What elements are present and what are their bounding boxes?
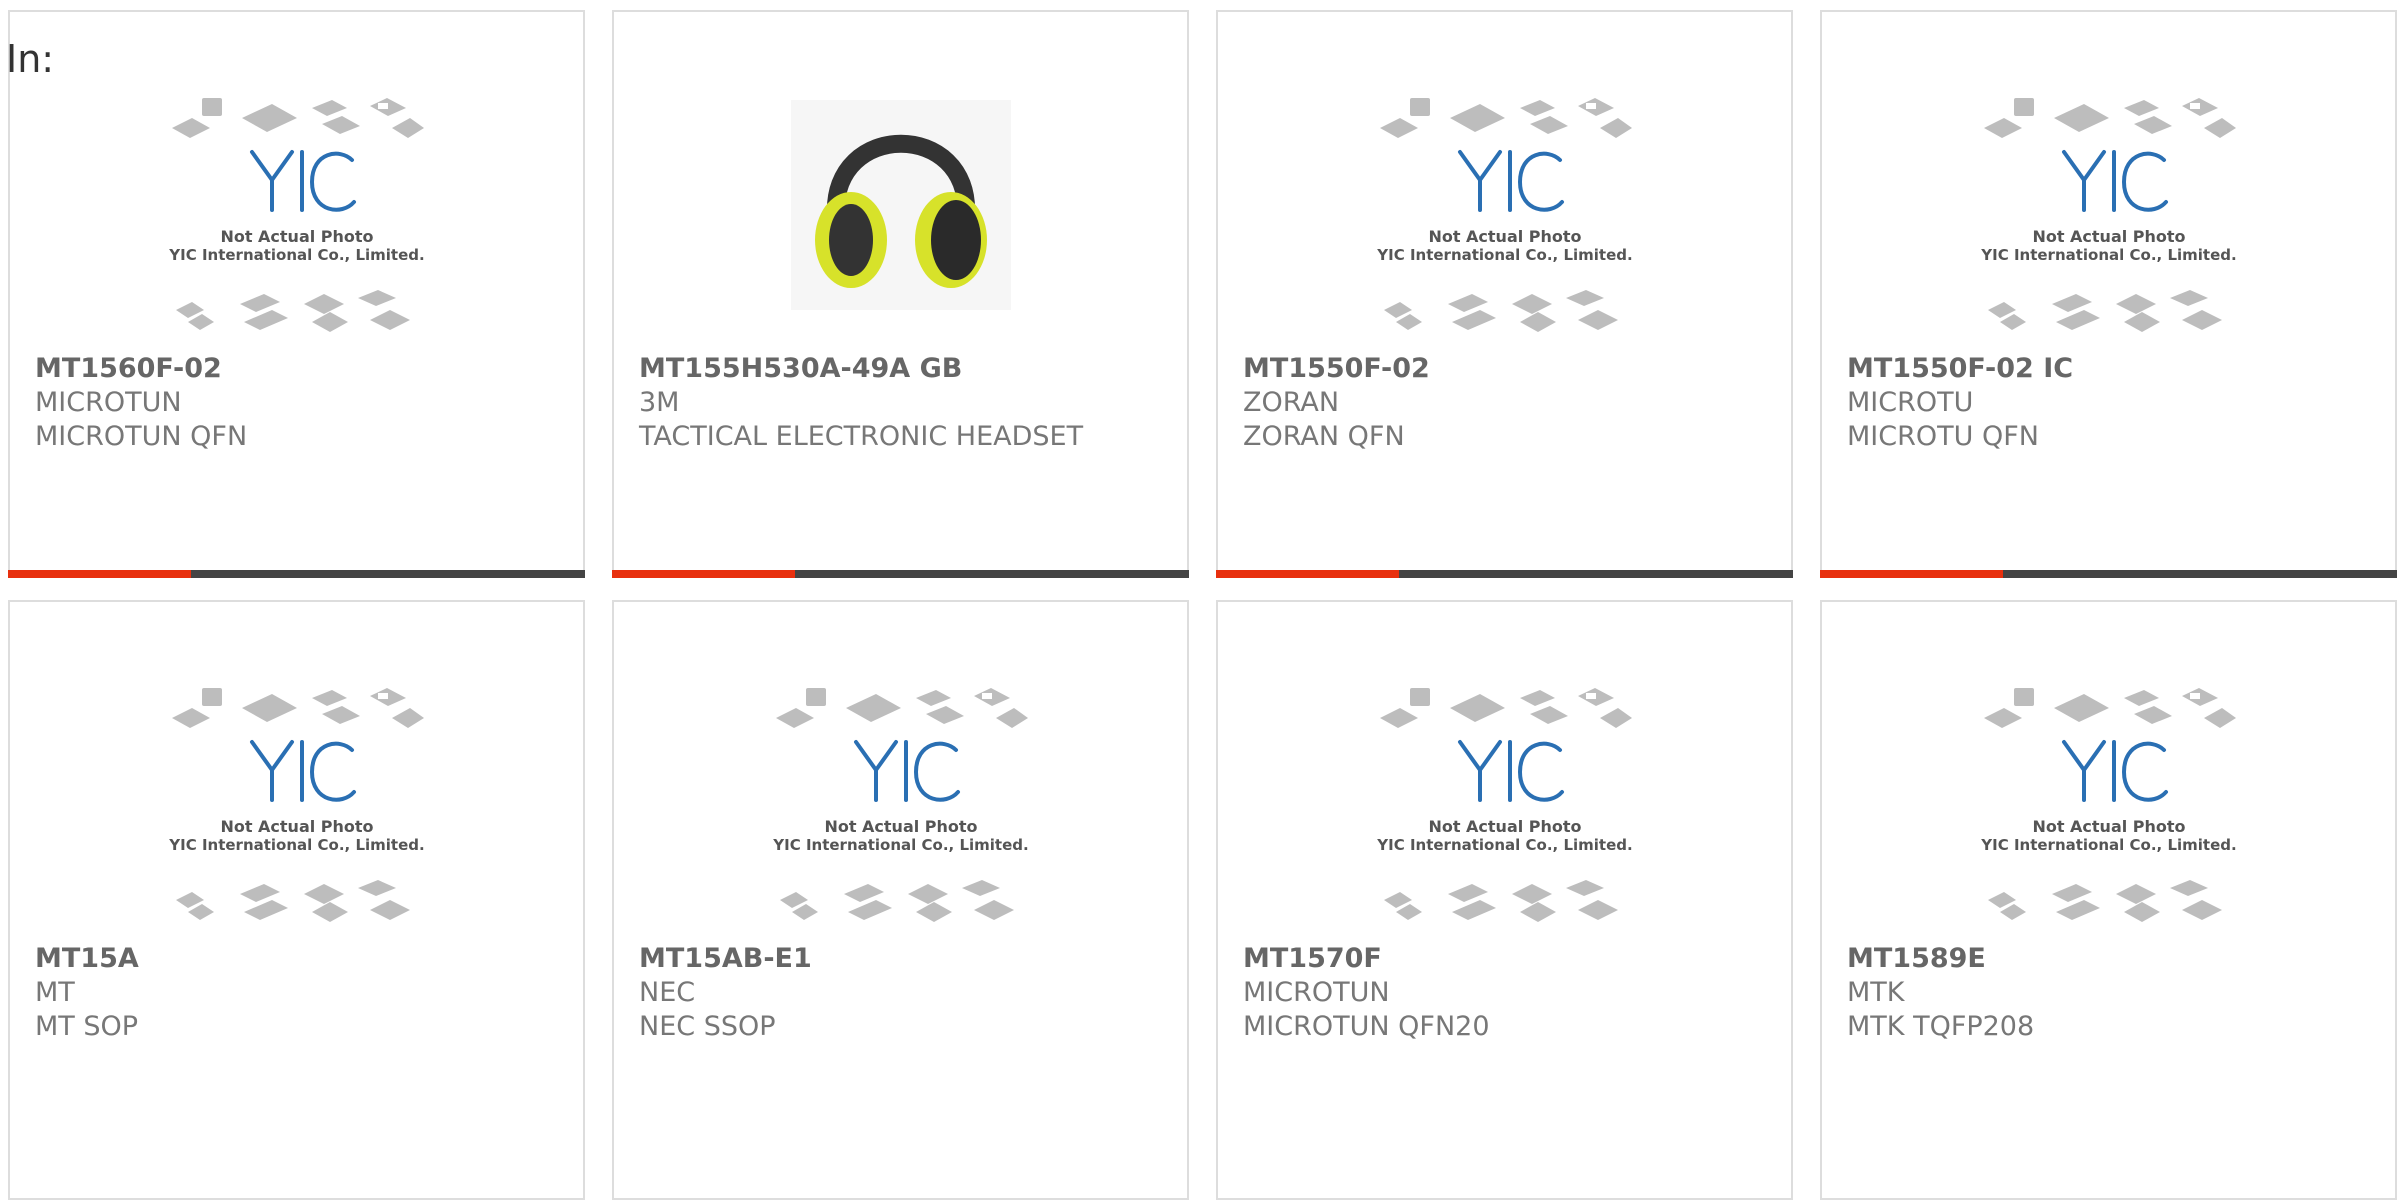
product-image-placeholder[interactable]: Not Actual Photo YIC International Co., … [1218, 680, 1791, 950]
card-footer-bar [1216, 570, 1793, 578]
product-grid: Not Actual Photo YIC International Co., … [8, 10, 2400, 1200]
svg-text:YIC International Co., Limited: YIC International Co., Limited. [1980, 836, 2236, 854]
brand-label: ZORAN [1243, 387, 1340, 418]
brand-label: 3M [639, 387, 680, 418]
product-image-placeholder[interactable]: Not Actual Photo YIC International Co., … [1218, 90, 1791, 360]
part-number-link[interactable]: MT15AB-E1 [639, 942, 812, 976]
part-number-link[interactable]: MT155H530A-49A GB [639, 352, 1083, 386]
svg-text:Not Actual Photo: Not Actual Photo [220, 227, 373, 246]
description-label: NEC SSOP [639, 1011, 776, 1042]
description-label: TACTICAL ELECTRONIC HEADSET [639, 421, 1084, 452]
description-label: MT SOP [35, 1011, 139, 1042]
card-footer-bar [612, 570, 1189, 578]
part-number-link[interactable]: MT15A [35, 942, 139, 976]
svg-text:Not Actual Photo: Not Actual Photo [1428, 817, 1581, 836]
product-image-placeholder[interactable]: Not Actual Photo YIC International Co., … [1822, 90, 2395, 360]
product-card[interactable]: Not Actual Photo YIC International Co., … [8, 10, 585, 578]
part-number-link[interactable]: MT1550F-02 IC [1847, 352, 2073, 386]
svg-text:Not Actual Photo: Not Actual Photo [2032, 227, 2185, 246]
product-card[interactable]: Not Actual Photo YIC International Co., … [1216, 600, 1793, 1200]
svg-text:Not Actual Photo: Not Actual Photo [1428, 227, 1581, 246]
svg-text:Not Actual Photo: Not Actual Photo [2032, 817, 2185, 836]
svg-text:YIC International Co., Limited: YIC International Co., Limited. [1980, 246, 2236, 264]
product-card[interactable]: Not Actual Photo YIC International Co., … [1820, 600, 2397, 1200]
part-number-link[interactable]: MT1550F-02 [1243, 352, 1430, 386]
product-card[interactable]: Not Actual Photo YIC International Co., … [612, 600, 1189, 1200]
svg-text:YIC International Co., Limited: YIC International Co., Limited. [1376, 246, 1632, 264]
in-label: In: [6, 37, 55, 81]
svg-text:YIC International Co., Limited: YIC International Co., Limited. [772, 836, 1028, 854]
svg-text:Not Actual Photo: Not Actual Photo [220, 817, 373, 836]
brand-label: MICROTUN [35, 387, 182, 418]
svg-text:YIC International Co., Limited: YIC International Co., Limited. [168, 836, 424, 854]
card-footer-bar [8, 570, 585, 578]
brand-label: MICROTUN [1243, 977, 1390, 1008]
product-card[interactable]: Not Actual Photo YIC International Co., … [1820, 10, 2397, 578]
brand-label: MT [35, 977, 75, 1008]
part-number-link[interactable]: MT1589E [1847, 942, 2034, 976]
product-image-placeholder[interactable]: Not Actual Photo YIC International Co., … [10, 90, 583, 360]
product-card[interactable]: MT155H530A-49A GB 3M TACTICAL ELECTRONIC… [612, 10, 1189, 578]
brand-label: NEC [639, 977, 696, 1008]
brand-label: MICROTU [1847, 387, 1974, 418]
svg-text:Not Actual Photo: Not Actual Photo [824, 817, 977, 836]
svg-text:YIC International Co., Limited: YIC International Co., Limited. [1376, 836, 1632, 854]
product-card[interactable]: Not Actual Photo YIC International Co., … [1216, 10, 1793, 578]
product-image-headset[interactable] [614, 90, 1187, 360]
description-label: MICROTU QFN [1847, 421, 2039, 452]
product-image-placeholder[interactable]: Not Actual Photo YIC International Co., … [10, 680, 583, 950]
brand-label: MTK [1847, 977, 1905, 1008]
description-label: MICROTUN QFN20 [1243, 1011, 1490, 1042]
part-number-link[interactable]: MT1560F-02 [35, 352, 247, 386]
part-number-link[interactable]: MT1570F [1243, 942, 1490, 976]
description-label: ZORAN QFN [1243, 421, 1405, 452]
svg-text:YIC International Co., Limited: YIC International Co., Limited. [168, 246, 424, 264]
description-label: MTK TQFP208 [1847, 1011, 2035, 1042]
product-image-placeholder[interactable]: Not Actual Photo YIC International Co., … [1822, 680, 2395, 950]
card-footer-bar [1820, 570, 2397, 578]
product-card[interactable]: Not Actual Photo YIC International Co., … [8, 600, 585, 1200]
description-label: MICROTUN QFN [35, 421, 248, 452]
product-image-placeholder[interactable]: Not Actual Photo YIC International Co., … [614, 680, 1187, 950]
